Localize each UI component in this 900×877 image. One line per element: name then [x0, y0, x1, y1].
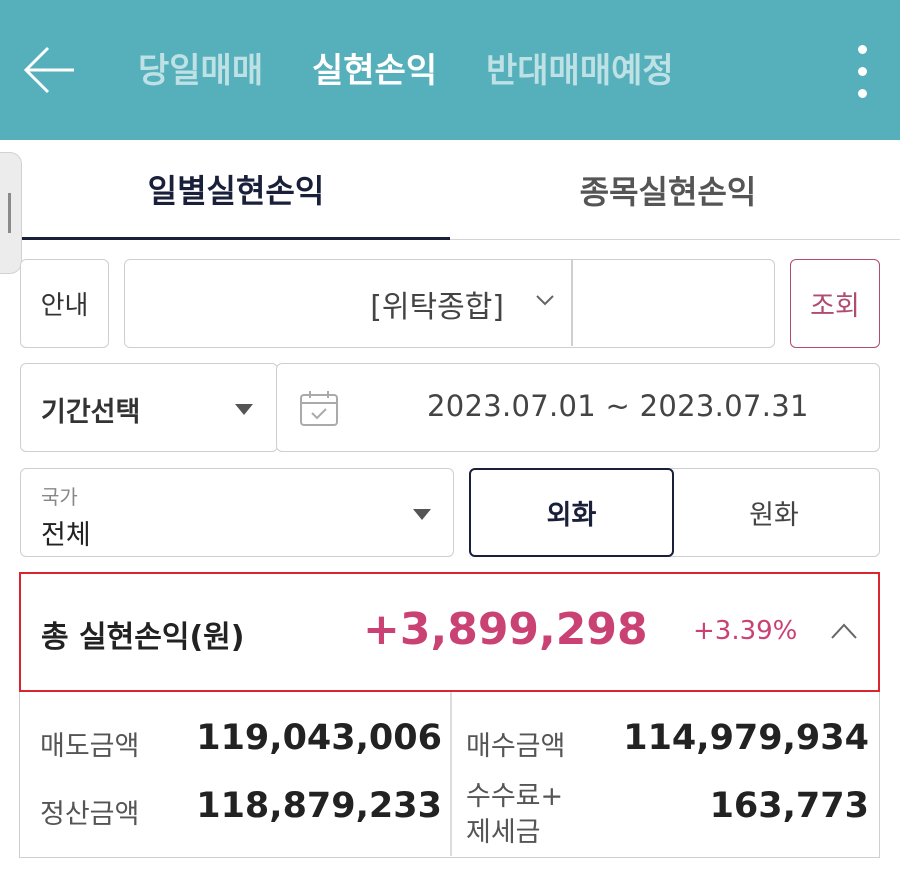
pnl-details-panel: 매도금액 119,043,006 매수금액 114,979,934 정산금액 1… [19, 692, 880, 858]
fees-taxes-value: 163,773 [709, 786, 869, 826]
kebab-menu-icon[interactable] [848, 42, 878, 102]
account-select[interactable]: [위탁종합] [124, 259, 775, 348]
tab-daily-trades[interactable]: 당일매매 [138, 46, 263, 96]
tab-forced-liquidation[interactable]: 반대매매예정 [486, 46, 674, 96]
caret-down-icon [235, 404, 253, 415]
currency-toggle: 외화 원화 [469, 468, 880, 557]
guide-button[interactable]: 안내 [20, 259, 109, 348]
period-label: 기간선택 [41, 397, 141, 428]
buy-amount-label: 매수금액 [466, 731, 566, 762]
calendar-icon [300, 391, 338, 426]
tab-daily-realized-pnl[interactable]: 일별실현손익 [22, 140, 450, 240]
foreign-currency-button[interactable]: 외화 [469, 468, 674, 557]
side-drawer-handle[interactable] [0, 152, 22, 274]
search-button[interactable]: 조회 [790, 259, 880, 348]
back-button[interactable] [22, 44, 78, 96]
date-range-text: 2023.07.01 ~ 2023.07.31 [427, 389, 809, 423]
arrow-left-icon [23, 46, 74, 94]
country-value: 전체 [41, 520, 91, 551]
sell-amount-label: 매도금액 [40, 731, 140, 762]
caret-down-icon [413, 509, 431, 520]
fees-taxes-label-line2: 제세금 [466, 817, 541, 848]
settlement-amount-value: 118,879,233 [196, 786, 442, 826]
chevron-down-icon [536, 295, 554, 306]
detail-divider [450, 692, 452, 856]
tab-stock-realized-pnl[interactable]: 종목실현손익 [454, 140, 882, 240]
app-header: 당일매매 실현손익 반대매매예정 [0, 0, 900, 140]
sell-amount-value: 119,043,006 [196, 718, 442, 758]
country-select[interactable]: 국가 전체 [20, 468, 454, 557]
krw-currency-button[interactable]: 원화 [669, 468, 880, 557]
tab-realized-pnl[interactable]: 실현손익 [312, 46, 437, 96]
total-realized-pnl-panel: 총 실현손익(원) +3,899,298 +3.39% [19, 572, 880, 692]
buy-amount-value: 114,979,934 [623, 718, 869, 758]
period-select[interactable]: 기간선택 [20, 363, 278, 452]
date-range-picker[interactable]: 2023.07.01 ~ 2023.07.31 [276, 363, 880, 452]
chevron-up-icon[interactable] [829, 620, 859, 642]
total-pnl-amount: +3,899,298 [363, 604, 648, 655]
country-caption: 국가 [41, 485, 78, 509]
fees-taxes-label-line1: 수수료+ [466, 781, 564, 812]
total-pnl-label: 총 실현손익(원) [41, 620, 245, 655]
account-divider [571, 260, 573, 346]
settlement-amount-label: 정산금액 [40, 799, 140, 830]
total-pnl-percent: +3.39% [693, 616, 798, 646]
account-label: [위탁종합] [370, 290, 504, 325]
sub-tab-bar: 일별실현손익 종목실현손익 [22, 140, 900, 240]
